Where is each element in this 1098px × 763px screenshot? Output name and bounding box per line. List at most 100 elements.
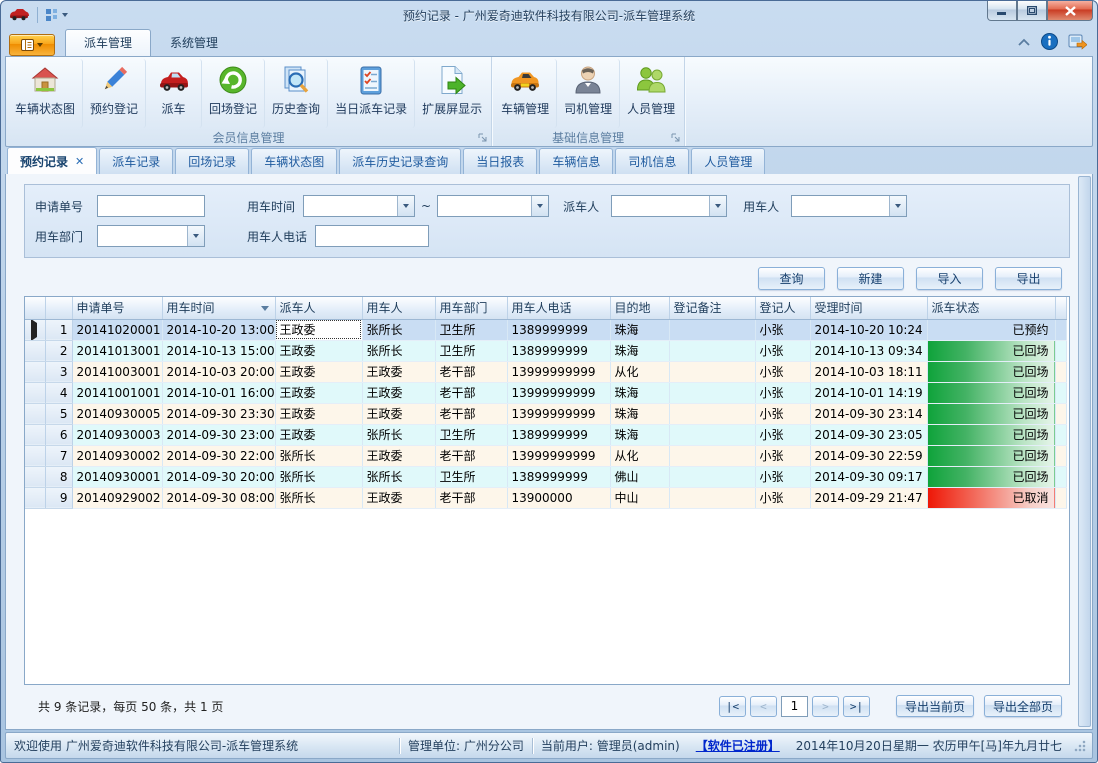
column-header[interactable]: 申请单号 [72, 297, 162, 319]
about-icon[interactable] [1068, 34, 1087, 53]
cell-accept_time[interactable]: 2014-09-30 09:17 [810, 466, 927, 487]
ribbon-button[interactable]: 车辆状态图 [8, 59, 83, 128]
cell-registrar[interactable]: 小张 [755, 340, 810, 361]
ribbon-tab-active[interactable]: 派车管理 [65, 29, 151, 56]
cell-accept_time[interactable]: 2014-09-30 23:05 [810, 424, 927, 445]
cell-registrar[interactable]: 小张 [755, 487, 810, 508]
cell-order_no[interactable]: 20140930003 [72, 424, 162, 445]
next-page-button[interactable]: > [812, 696, 839, 717]
cell-use_time[interactable]: 2014-10-01 16:00 [162, 382, 275, 403]
cell-order_no[interactable]: 20140930002 [72, 445, 162, 466]
chevron-down-icon[interactable] [889, 196, 906, 216]
cell-note[interactable] [669, 424, 755, 445]
chevron-down-icon[interactable] [531, 196, 548, 216]
cell-order_no[interactable]: 20141013001 [72, 340, 162, 361]
close-button[interactable] [1047, 1, 1093, 21]
cell-order_no[interactable]: 20140930005 [72, 403, 162, 424]
cell-status[interactable]: 已回场 [927, 445, 1055, 466]
cell-phone[interactable]: 13999999999 [507, 382, 610, 403]
ribbon-button[interactable]: 回场登记 [202, 59, 265, 128]
chevron-down-icon[interactable] [187, 226, 204, 246]
column-header[interactable]: 受理时间 [810, 297, 927, 319]
dispatcher-combo[interactable] [611, 195, 727, 217]
column-header[interactable]: 用车人电话 [507, 297, 610, 319]
table-row[interactable]: 5201409300052014-09-30 23:30王政委王政委老干部139… [25, 403, 1067, 424]
cell-phone[interactable]: 13999999999 [507, 403, 610, 424]
cell-note[interactable] [669, 361, 755, 382]
cell-dest[interactable]: 从化 [610, 361, 669, 382]
cell-accept_time[interactable]: 2014-10-01 14:19 [810, 382, 927, 403]
table-row[interactable]: 1201410200012014-10-20 13:00王政委张所长卫生所138… [25, 319, 1067, 340]
ribbon-button[interactable]: 历史查询 [265, 59, 328, 128]
cell-order_no[interactable]: 20140929002 [72, 487, 162, 508]
doc-tab[interactable]: 人员管理 [691, 148, 765, 174]
license-link[interactable]: 【软件已注册】 [688, 737, 788, 754]
cell-use_time[interactable]: 2014-09-30 23:30 [162, 403, 275, 424]
cell-dept[interactable]: 老干部 [435, 382, 507, 403]
ribbon-button[interactable]: 人员管理 [620, 59, 682, 128]
cell-phone[interactable]: 1389999999 [507, 424, 610, 445]
column-header[interactable]: 派车人 [275, 297, 362, 319]
cell-note[interactable] [669, 487, 755, 508]
column-header[interactable]: 用车部门 [435, 297, 507, 319]
cell-dept[interactable]: 老干部 [435, 487, 507, 508]
cell-dest[interactable]: 珠海 [610, 340, 669, 361]
cell-dispatcher[interactable]: 张所长 [275, 466, 362, 487]
cell-phone[interactable]: 1389999999 [507, 340, 610, 361]
cell-note[interactable] [669, 340, 755, 361]
info-icon[interactable] [1041, 33, 1058, 53]
vertical-scrollbar[interactable] [1078, 176, 1091, 727]
cell-registrar[interactable]: 小张 [755, 424, 810, 445]
cell-dest[interactable]: 从化 [610, 445, 669, 466]
cell-order_no[interactable]: 20141001001 [72, 382, 162, 403]
ribbon-button[interactable]: 派车 [146, 59, 202, 128]
import-button[interactable]: 导入 [916, 267, 983, 290]
quick-access-toolbar-button[interactable] [42, 7, 71, 23]
dept-combo[interactable] [97, 225, 205, 247]
last-page-button[interactable]: >| [843, 696, 870, 717]
cell-order_no[interactable]: 20140930001 [72, 466, 162, 487]
cell-dispatcher[interactable]: 王政委 [275, 319, 362, 340]
doc-tab[interactable]: 司机信息 [615, 148, 689, 174]
table-row[interactable]: 9201409290022014-09-30 08:00张所长王政委老干部139… [25, 487, 1067, 508]
table-row[interactable]: 7201409300022014-09-30 22:00张所长王政委老干部139… [25, 445, 1067, 466]
page-number-input[interactable] [781, 696, 808, 717]
use-time-to-combo[interactable] [437, 195, 549, 217]
ribbon-button[interactable]: 当日派车记录 [328, 59, 415, 128]
cell-dispatcher[interactable]: 王政委 [275, 424, 362, 445]
cell-status[interactable]: 已回场 [927, 403, 1055, 424]
dialog-launcher-icon[interactable] [476, 131, 488, 143]
cell-note[interactable] [669, 382, 755, 403]
doc-tab[interactable]: 派车历史记录查询 [339, 148, 461, 174]
cell-use_time[interactable]: 2014-09-30 23:00 [162, 424, 275, 445]
collapse-ribbon-icon[interactable] [1017, 36, 1031, 50]
cell-registrar[interactable]: 小张 [755, 466, 810, 487]
cell-dispatcher[interactable]: 王政委 [275, 382, 362, 403]
cell-dest[interactable]: 佛山 [610, 466, 669, 487]
use-time-from-combo[interactable] [303, 195, 415, 217]
cell-accept_time[interactable]: 2014-09-30 22:59 [810, 445, 927, 466]
cell-status[interactable]: 已取消 [927, 487, 1055, 508]
phone-input[interactable] [315, 225, 429, 247]
cell-note[interactable] [669, 319, 755, 340]
cell-dept[interactable]: 老干部 [435, 445, 507, 466]
cell-note[interactable] [669, 445, 755, 466]
cell-order_no[interactable]: 20141020001 [72, 319, 162, 340]
minimize-button[interactable] [987, 1, 1017, 21]
ribbon-button[interactable]: 车辆管理 [494, 59, 557, 128]
cell-status[interactable]: 已回场 [927, 466, 1055, 487]
cell-phone[interactable]: 13999999999 [507, 445, 610, 466]
cell-user[interactable]: 张所长 [362, 319, 435, 340]
dialog-launcher-icon[interactable] [669, 131, 681, 143]
cell-dest[interactable]: 珠海 [610, 319, 669, 340]
column-header-row-number[interactable] [45, 297, 72, 319]
cell-dispatcher[interactable]: 王政委 [275, 361, 362, 382]
ribbon-button[interactable]: 司机管理 [557, 59, 620, 128]
doc-tab[interactable]: 回场记录 [175, 148, 249, 174]
cell-use_time[interactable]: 2014-10-20 13:00 [162, 319, 275, 340]
cell-status[interactable]: 已预约 [927, 319, 1055, 340]
doc-tab[interactable]: 车辆状态图 [251, 148, 337, 174]
query-button[interactable]: 查询 [758, 267, 825, 290]
cell-user[interactable]: 王政委 [362, 445, 435, 466]
export-all-pages-button[interactable]: 导出全部页 [984, 695, 1062, 717]
